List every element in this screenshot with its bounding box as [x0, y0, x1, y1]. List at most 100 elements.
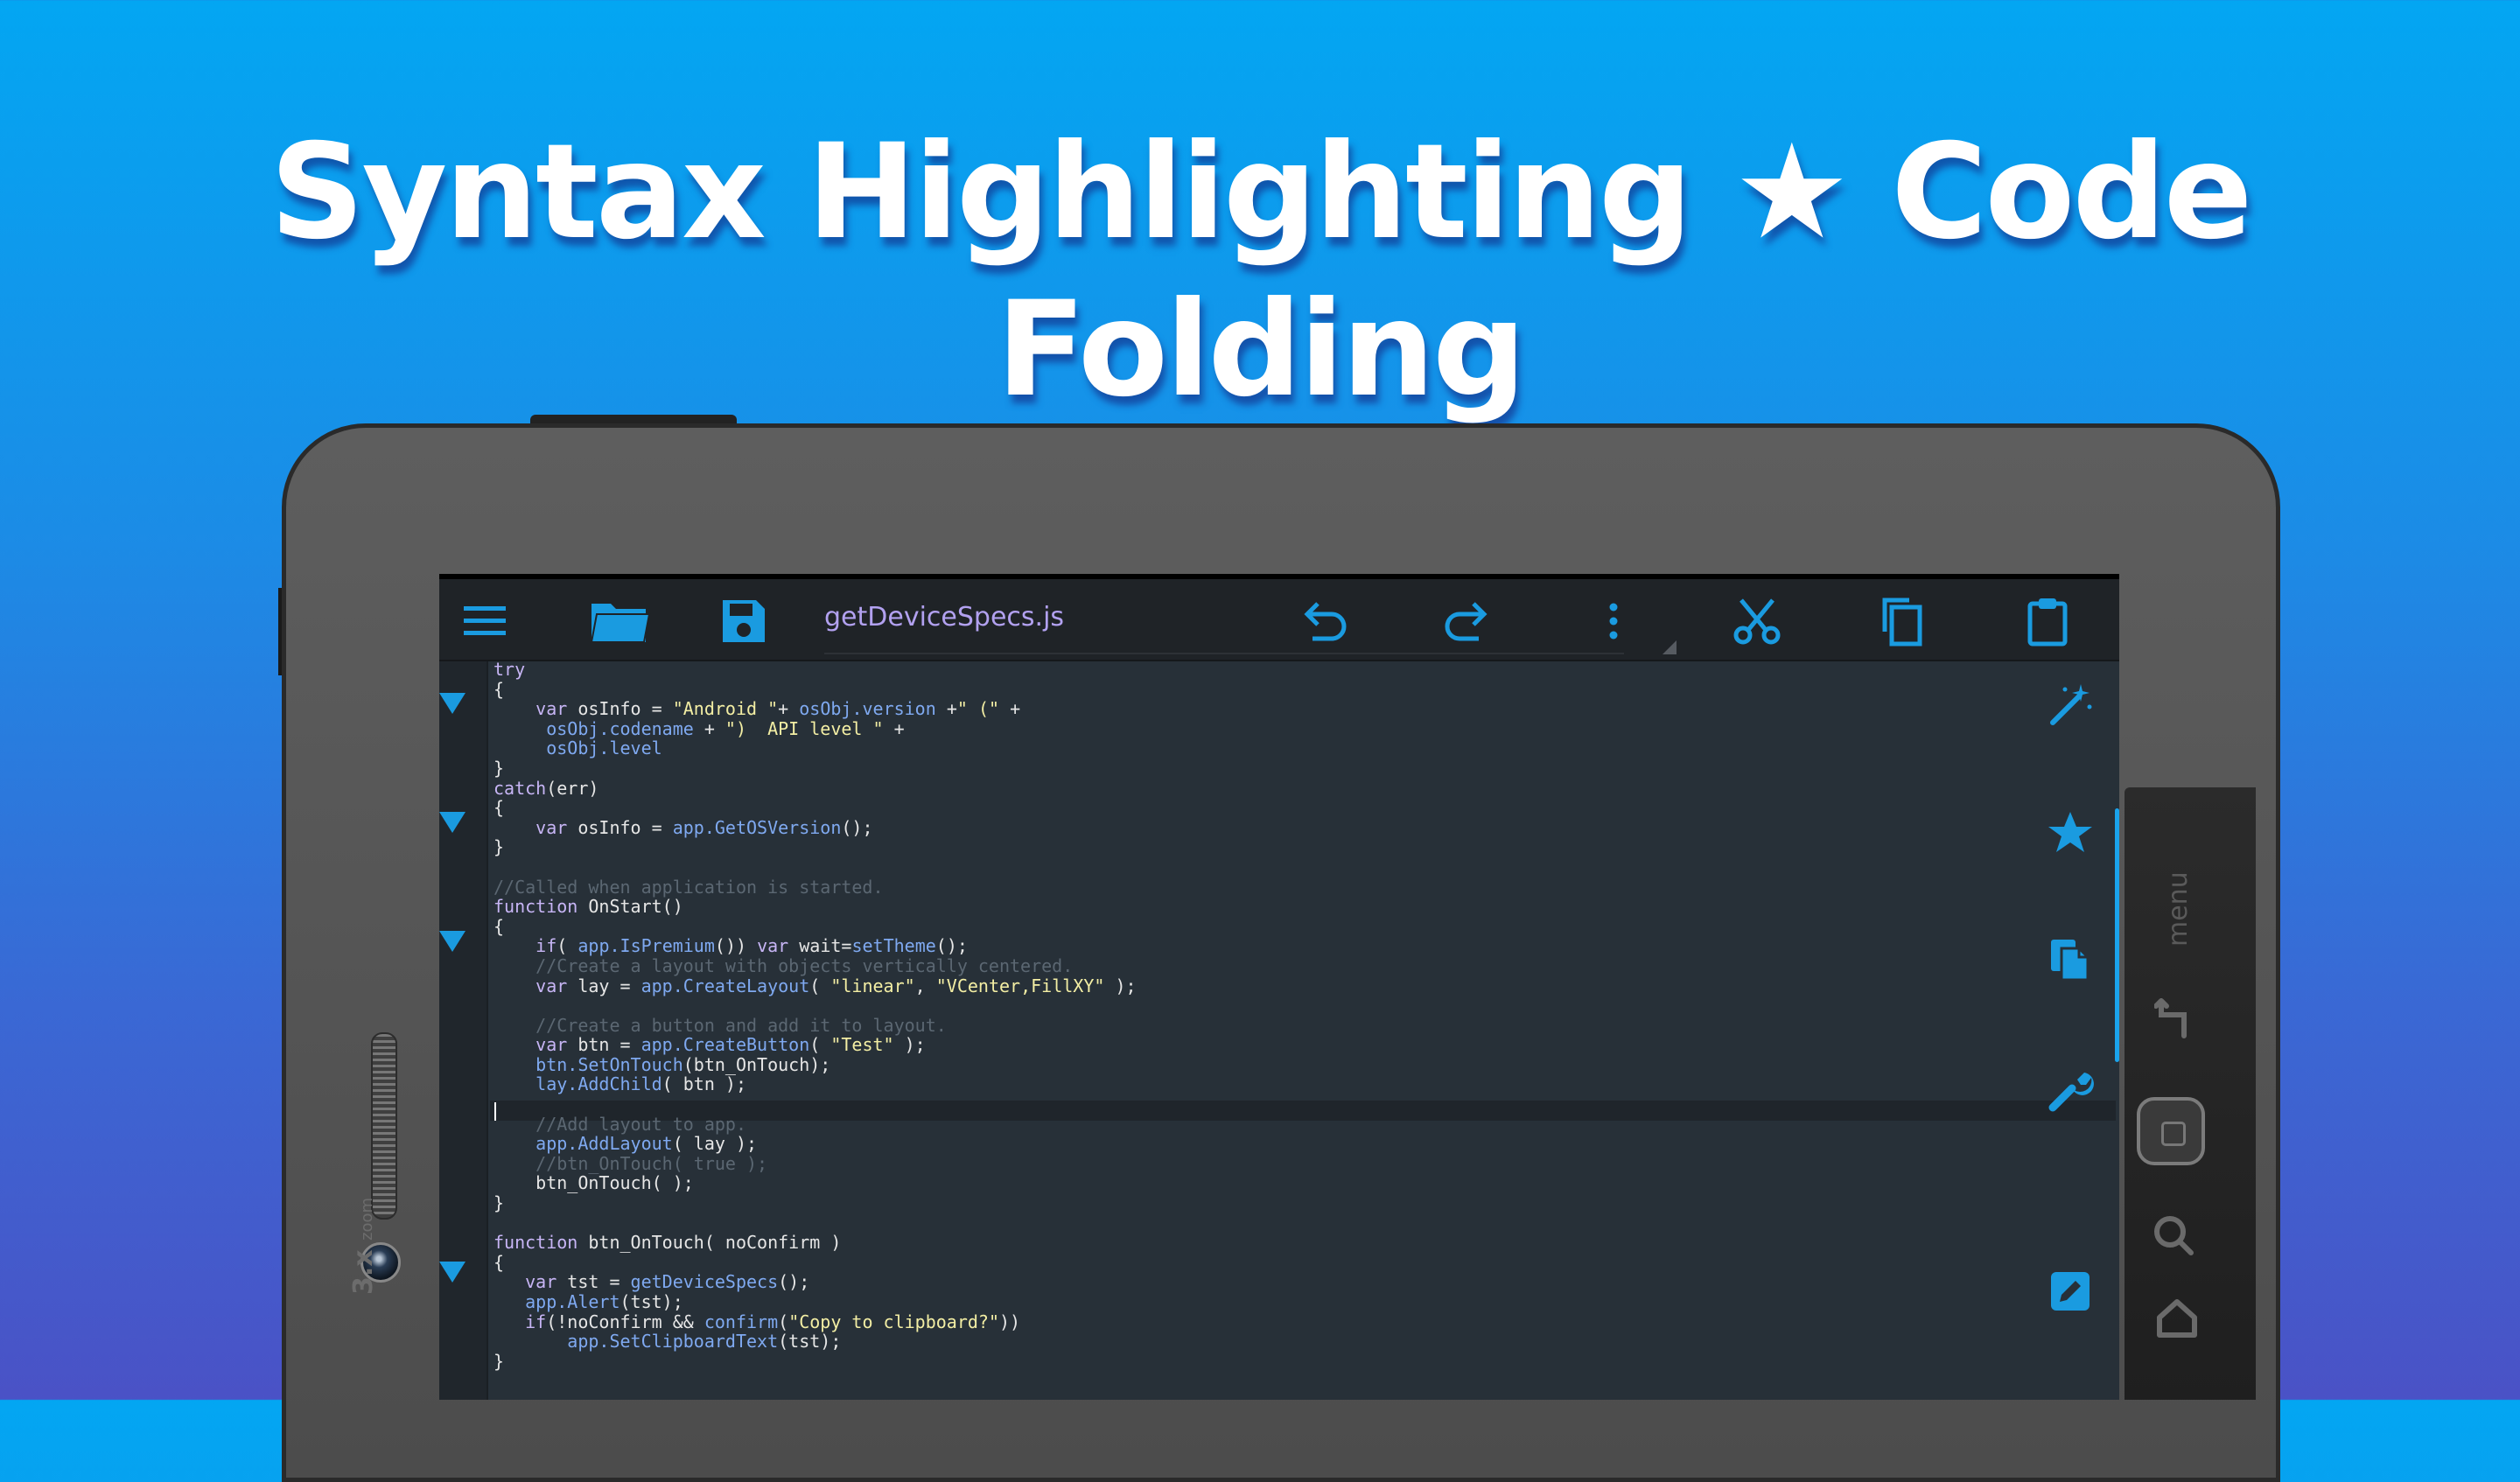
code-line[interactable]: //Create a layout with objects verticall… — [494, 956, 2104, 976]
code-token: osObj.codename — [546, 717, 694, 739]
code-line[interactable] — [494, 996, 2104, 1016]
code-editor[interactable]: try{ var osInfo = "Android "+ osObj.vers… — [494, 660, 2104, 1400]
code-token: wait= — [788, 935, 852, 957]
code-line[interactable]: } — [494, 758, 2104, 779]
code-line[interactable] — [494, 1213, 2104, 1234]
edit-icon[interactable] — [2046, 1267, 2095, 1316]
code-line[interactable]: catch(err) — [494, 778, 2104, 799]
code-token: //Create a layout with objects verticall… — [536, 954, 1074, 976]
folder-icon[interactable] — [590, 595, 651, 647]
code-token: (btn_OnTouch); — [682, 1053, 831, 1075]
code-line[interactable]: } — [494, 1351, 2104, 1372]
code-line[interactable]: btn.SetOnTouch(btn_OnTouch); — [494, 1055, 2104, 1075]
code-token: { — [494, 915, 505, 937]
magic-wand-icon[interactable] — [2046, 681, 2095, 730]
code-line[interactable]: var osInfo = app.GetOSVersion(); — [494, 816, 2104, 838]
code-token: ()) — [714, 935, 758, 957]
save-icon[interactable] — [718, 595, 770, 647]
code-token: ") API level " — [724, 717, 884, 739]
code-line[interactable]: //btn_OnTouch( true ); — [494, 1154, 2104, 1174]
fold-toggle-icon[interactable] — [439, 812, 466, 833]
code-line[interactable]: function OnStart() — [494, 897, 2104, 917]
home-key[interactable] — [2137, 1097, 2205, 1165]
code-line[interactable]: { — [494, 678, 2104, 700]
code-token: app.Alert — [525, 1291, 620, 1312]
code-line[interactable]: if(!noConfirm && confirm("Copy to clipbo… — [494, 1311, 2104, 1332]
file-name-tab[interactable]: getDeviceSpecs.js — [824, 602, 1064, 633]
code-line[interactable]: } — [494, 1193, 2104, 1213]
more-vert-icon[interactable] — [1587, 595, 1640, 647]
code-token: var — [536, 975, 568, 996]
code-token: ( btn ); — [662, 1073, 746, 1095]
code-line[interactable]: var tst = getDeviceSpecs(); — [494, 1272, 2104, 1292]
code-line[interactable]: osObj.codename + ") API level " + — [494, 717, 2104, 739]
code-token: confirm — [704, 1311, 779, 1332]
code-token: { — [494, 797, 505, 819]
code-token: var — [757, 935, 789, 957]
code-line[interactable]: { — [494, 798, 2104, 818]
code-line[interactable]: try — [494, 660, 2104, 680]
wrench-icon[interactable] — [2046, 1066, 2095, 1115]
menu-icon[interactable] — [458, 595, 511, 647]
search-key-icon[interactable] — [2151, 1213, 2194, 1256]
house-key-icon[interactable] — [2154, 1295, 2200, 1340]
file-dropdown-corner — [1662, 640, 1676, 654]
fold-toggle-icon[interactable] — [439, 931, 466, 952]
code-line[interactable]: function btn_OnTouch( noConfirm ) — [494, 1233, 2104, 1253]
code-token: ( lay ); — [672, 1133, 758, 1155]
code-line[interactable]: } — [494, 837, 2104, 857]
fold-gutter — [439, 661, 488, 1400]
star-icon[interactable] — [2046, 808, 2095, 857]
redo-icon[interactable] — [1442, 595, 1494, 647]
code-line[interactable]: //Add layout to app. — [494, 1114, 2104, 1135]
code-token: osObj.level — [546, 738, 662, 759]
undo-icon[interactable] — [1297, 595, 1349, 647]
code-token: app.SetClipboardText — [567, 1331, 779, 1353]
code-token: } — [494, 757, 505, 779]
code-line[interactable]: var osInfo = "Android "+ osObj.version +… — [494, 699, 2104, 719]
code-token: "linear" — [830, 975, 915, 996]
code-line[interactable]: lay.AddChild( btn ); — [494, 1074, 2104, 1094]
code-line[interactable]: btn_OnTouch( ); — [494, 1173, 2104, 1193]
code-line[interactable]: var lay = app.CreateLayout( "linear", "V… — [494, 975, 2104, 996]
vertical-scrollbar-thumb[interactable] — [2115, 808, 2119, 1062]
code-token: var — [536, 1034, 568, 1056]
code-line[interactable]: app.SetClipboardText(tst); — [494, 1332, 2104, 1352]
code-token: (!noConfirm && — [546, 1311, 704, 1332]
code-token: " (" — [956, 698, 1000, 720]
code-token: (); — [935, 935, 968, 957]
cut-icon[interactable] — [1731, 595, 1783, 647]
code-line[interactable]: var btn = app.CreateButton( "Test" ); — [494, 1035, 2104, 1055]
paste-icon[interactable] — [2021, 595, 2074, 647]
code-token: app.AddLayout — [536, 1133, 673, 1155]
code-line[interactable]: //Create a button and add it to layout. — [494, 1015, 2104, 1036]
code-line[interactable] — [494, 857, 2104, 877]
code-line[interactable] — [494, 1094, 2104, 1115]
code-line[interactable]: //Called when application is started. — [494, 877, 2104, 898]
code-token: { — [494, 1251, 505, 1273]
code-line[interactable]: app.AddLayout( lay ); — [494, 1134, 2104, 1154]
copy-file-icon[interactable] — [2046, 934, 2095, 983]
code-token: var — [536, 816, 568, 838]
code-line[interactable]: { — [494, 1253, 2104, 1273]
fold-toggle-icon[interactable] — [439, 693, 466, 714]
copy-icon[interactable] — [1876, 595, 1928, 647]
code-token: lay.AddChild — [536, 1073, 662, 1095]
back-key-icon[interactable] — [2154, 996, 2193, 1041]
code-token: function — [494, 896, 578, 918]
code-line[interactable]: osObj.level — [494, 738, 2104, 758]
code-token: if — [525, 1311, 547, 1332]
code-line[interactable]: app.Alert(tst); — [494, 1292, 2104, 1312]
code-token: (); — [778, 1271, 810, 1293]
code-line[interactable]: { — [494, 915, 2104, 937]
code-token: { — [494, 678, 505, 700]
code-line[interactable]: if( app.IsPremium()) var wait=setTheme()… — [494, 936, 2104, 956]
code-token: + — [883, 717, 905, 739]
fold-toggle-icon[interactable] — [439, 1262, 466, 1283]
code-token: ( — [809, 975, 831, 996]
